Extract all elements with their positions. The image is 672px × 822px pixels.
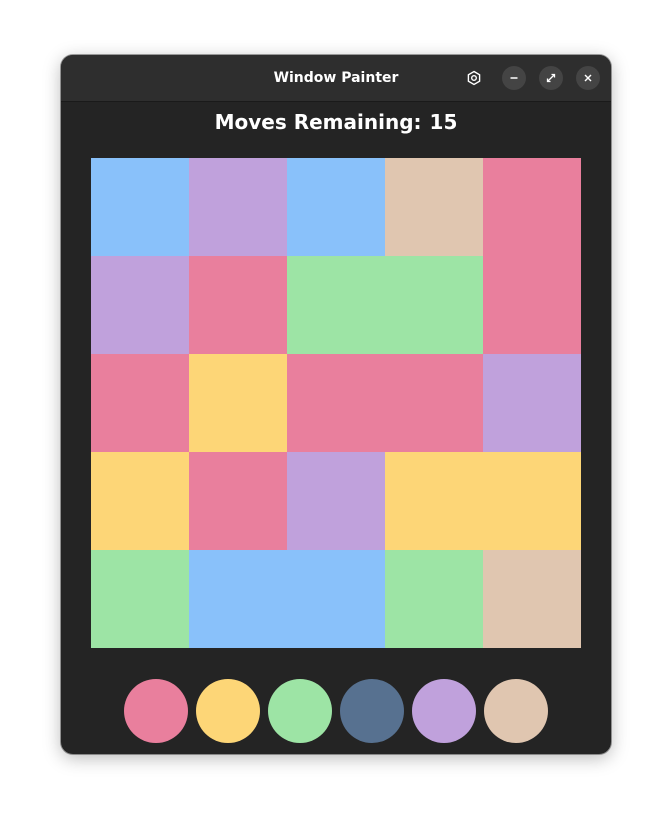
board-cell <box>287 354 385 452</box>
maximize-icon <box>545 72 557 84</box>
board-cell <box>189 256 287 354</box>
board-cell <box>385 158 483 256</box>
color-swatch-pink[interactable] <box>124 679 188 743</box>
board-cell <box>385 256 483 354</box>
board-cell <box>189 158 287 256</box>
board-cell <box>483 158 581 256</box>
board-cell <box>189 550 287 648</box>
minimize-button[interactable] <box>502 66 526 90</box>
minimize-icon <box>508 72 520 84</box>
titlebar: Window Painter <box>61 55 611 102</box>
window-title: Window Painter <box>273 70 399 86</box>
color-swatch-yellow[interactable] <box>196 679 260 743</box>
board-cell <box>287 256 385 354</box>
board-cell <box>189 354 287 452</box>
close-button[interactable] <box>576 66 600 90</box>
board-cell <box>91 354 189 452</box>
moves-remaining: Moves Remaining: 15 <box>61 110 611 134</box>
board-cell <box>385 452 483 550</box>
board-cell <box>287 550 385 648</box>
settings-button[interactable] <box>462 66 486 90</box>
maximize-button[interactable] <box>539 66 563 90</box>
board-cell <box>91 158 189 256</box>
board-cell <box>385 354 483 452</box>
board-cell <box>91 256 189 354</box>
color-palette <box>124 679 548 743</box>
color-swatch-navy[interactable] <box>340 679 404 743</box>
board-cell <box>91 550 189 648</box>
close-icon <box>582 72 594 84</box>
board-cell <box>189 452 287 550</box>
board-cell <box>483 354 581 452</box>
game-window: Window Painter Moves Remaining: 15 <box>61 55 611 754</box>
color-swatch-tan[interactable] <box>484 679 548 743</box>
board-cell <box>385 550 483 648</box>
board-cell <box>91 452 189 550</box>
board-cell <box>287 158 385 256</box>
game-board <box>91 158 581 648</box>
board-cell <box>483 256 581 354</box>
moves-count: 15 <box>429 110 458 134</box>
moves-label: Moves Remaining: <box>214 110 422 134</box>
board-cell <box>483 452 581 550</box>
board-cell <box>483 550 581 648</box>
color-swatch-green[interactable] <box>268 679 332 743</box>
settings-icon <box>466 70 482 86</box>
color-swatch-purple[interactable] <box>412 679 476 743</box>
board-cell <box>287 452 385 550</box>
